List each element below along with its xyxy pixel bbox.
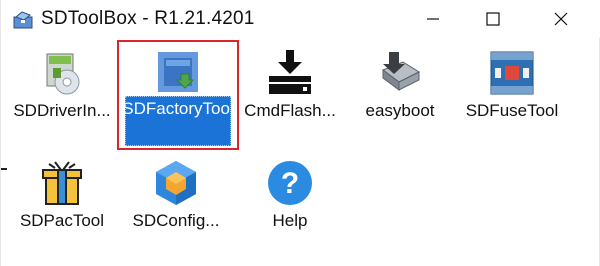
minimize-icon bbox=[427, 18, 439, 20]
tool-sdpactool[interactable]: SDPacTool bbox=[3, 148, 121, 258]
tool-label: CmdFlash... bbox=[244, 101, 336, 120]
close-icon bbox=[554, 12, 568, 26]
tool-label: SDFuseTool bbox=[465, 101, 559, 120]
tool-sdfusetool[interactable]: SDFuseTool bbox=[453, 38, 571, 148]
tool-help[interactable]: ? Help bbox=[231, 148, 349, 258]
toolbox-icon bbox=[13, 11, 33, 29]
tool-sddriverinstaller[interactable]: SDDriverIn... bbox=[3, 38, 121, 148]
tool-sdconfig[interactable]: SDConfig... bbox=[117, 148, 235, 258]
tool-grid: SDDriverIn... SDFactoryTool CmdFlash... bbox=[1, 38, 600, 266]
red-annotation-frame bbox=[117, 40, 239, 150]
tool-easyboot[interactable]: easyboot bbox=[341, 38, 459, 148]
tool-label: SDPacTool bbox=[19, 211, 105, 230]
svg-text:?: ? bbox=[281, 167, 299, 200]
help-icon: ? bbox=[268, 161, 312, 205]
tool-cmdflash[interactable]: CmdFlash... bbox=[231, 38, 349, 148]
maximize-icon bbox=[486, 12, 500, 26]
easyboot-icon bbox=[381, 52, 421, 91]
maximize-button[interactable] bbox=[465, 0, 521, 38]
download-drive-icon bbox=[269, 50, 311, 94]
config-cube-icon bbox=[156, 161, 196, 205]
window-title: SDToolBox - R1.21.4201 bbox=[41, 8, 255, 29]
close-button[interactable] bbox=[533, 0, 589, 38]
sdtoolbox-window: SDToolBox - R1.21.4201 SDDriverIn... SDF… bbox=[0, 0, 600, 266]
tool-label: Help bbox=[272, 211, 308, 230]
tool-label: SDConfig... bbox=[132, 211, 220, 230]
fuse-tool-icon bbox=[490, 51, 534, 95]
minimize-button[interactable] bbox=[405, 0, 461, 38]
pac-tool-icon bbox=[42, 161, 82, 205]
driver-installer-icon bbox=[46, 53, 80, 95]
tool-label: SDDriverIn... bbox=[13, 101, 111, 120]
title-bar[interactable]: SDToolBox - R1.21.4201 bbox=[1, 0, 600, 38]
tool-label: easyboot bbox=[365, 101, 435, 120]
